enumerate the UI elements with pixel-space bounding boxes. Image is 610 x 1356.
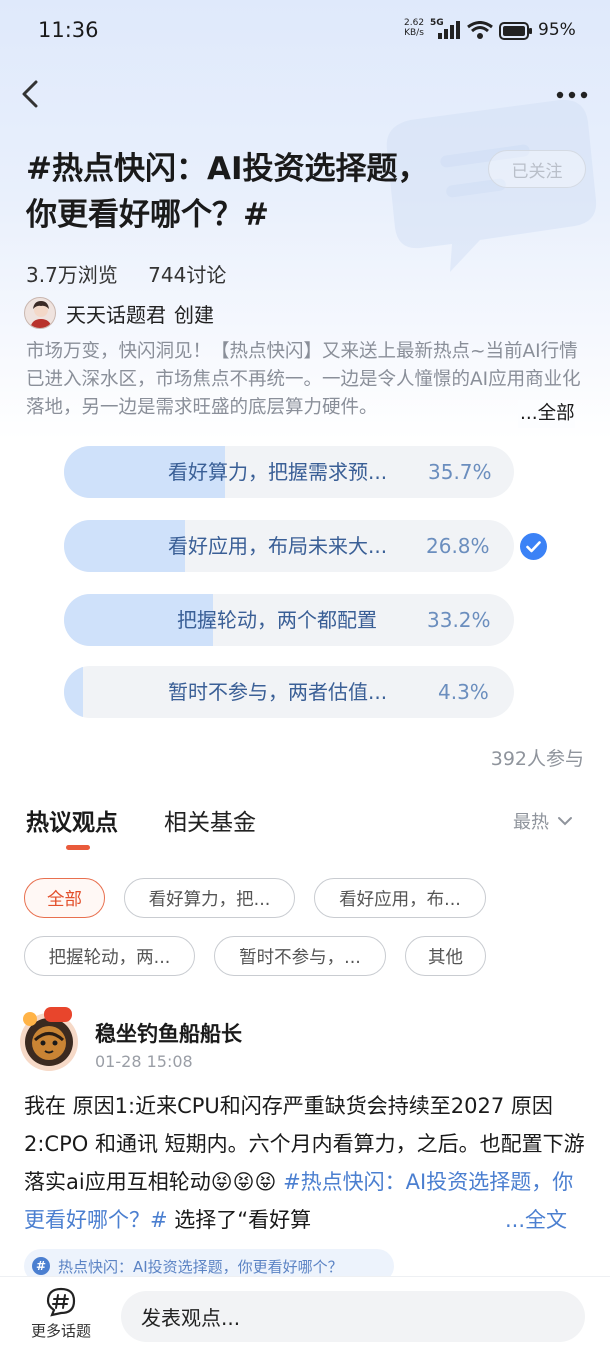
vote-option-label: 把握轮动，两个都配置 bbox=[177, 608, 377, 632]
vote-option-percent: 35.7% bbox=[428, 460, 492, 484]
back-button[interactable] bbox=[14, 78, 46, 110]
bottom-bar: 更多话题 发表观点... bbox=[0, 1276, 610, 1356]
post-topic-tag-label: 热点快闪：AI投资选择题，你更看好哪个？ bbox=[58, 1257, 343, 1276]
selected-check-icon bbox=[520, 533, 547, 560]
discussion-count: 744讨论 bbox=[148, 263, 227, 287]
vote-option-label: 看好应用，布局未来大... bbox=[168, 534, 388, 558]
vote-bar-fill bbox=[64, 666, 84, 718]
creator-name: 天天话题君 bbox=[66, 302, 166, 327]
hashtag-bubble-icon bbox=[46, 1287, 76, 1317]
filter-chip-applications[interactable]: 看好应用，布... bbox=[314, 878, 486, 918]
vote-option-label: 看好算力，把握需求预... bbox=[168, 460, 388, 484]
more-options-button[interactable] bbox=[550, 80, 594, 110]
more-dots-icon bbox=[556, 91, 588, 99]
tiger-avatar-icon bbox=[20, 1007, 78, 1071]
vote-option-percent: 4.3% bbox=[438, 680, 489, 704]
post-timestamp: 01-28 15:08 bbox=[95, 1052, 193, 1071]
person-icon bbox=[30, 301, 52, 328]
wifi-icon bbox=[467, 21, 493, 39]
topic-stats: 3.7万浏览 744讨论 bbox=[26, 259, 250, 288]
vote-option-percent: 33.2% bbox=[427, 608, 491, 632]
filter-chip-all[interactable]: 全部 bbox=[24, 878, 105, 918]
topic-description: 市场万变，快闪洞见！【热点快闪】又来送上最新热点~当前AI行情已进入深水区，市场… bbox=[26, 341, 581, 418]
active-tab-indicator bbox=[66, 845, 90, 850]
filter-chip-computing[interactable]: 看好算力，把... bbox=[124, 878, 295, 918]
expand-description-link[interactable]: ...全部 bbox=[518, 400, 575, 428]
battery-percent: 95% bbox=[538, 20, 576, 40]
post-expand-link[interactable]: ...全文 bbox=[505, 1201, 568, 1239]
topic-title: #热点快闪：AI投资选择题，你更看好哪个？# bbox=[26, 151, 429, 233]
chevron-left-icon bbox=[22, 80, 38, 108]
filter-chip-rotation[interactable]: 把握轮动，两... bbox=[24, 936, 195, 976]
sort-label: 最热 bbox=[513, 812, 549, 833]
vote-option-1[interactable]: 看好算力，把握需求预... 35.7% bbox=[64, 446, 514, 498]
filter-chip-not-participating[interactable]: 暂时不参与，... bbox=[214, 936, 386, 976]
creator-suffix: 创建 bbox=[174, 302, 214, 327]
vote-option-percent: 26.8% bbox=[426, 534, 490, 558]
comment-input[interactable]: 发表观点... bbox=[121, 1291, 585, 1342]
network-speed: 2.62 KB/s bbox=[404, 18, 425, 38]
filter-chip-other[interactable]: 其他 bbox=[405, 936, 486, 976]
status-time: 11:36 bbox=[38, 18, 99, 42]
participant-count: 392人参与 bbox=[490, 748, 584, 770]
follow-button[interactable]: 已关注 bbox=[488, 150, 586, 188]
creator-avatar bbox=[24, 297, 56, 329]
tab-hot-opinions[interactable]: 热议观点 bbox=[26, 803, 118, 837]
vote-option-2[interactable]: 看好应用，布局未来大... 26.8% bbox=[64, 520, 514, 572]
tab-related-funds[interactable]: 相关基金 bbox=[164, 803, 256, 837]
vote-option-4[interactable]: 暂时不参与，两者估值... 4.3% bbox=[64, 666, 514, 718]
more-topics-button[interactable]: 更多话题 bbox=[20, 1287, 102, 1347]
creator-info[interactable]: 天天话题君 创建 bbox=[24, 296, 214, 330]
battery-icon bbox=[499, 22, 532, 40]
sort-dropdown[interactable]: 最热 bbox=[513, 808, 573, 834]
vote-option-3[interactable]: 把握轮动，两个都配置 33.2% bbox=[64, 594, 514, 646]
vote-option-label: 暂时不参与，两者估值... bbox=[168, 680, 388, 704]
post-body-tail: 选择了“看好算 bbox=[167, 1208, 312, 1232]
post-author-avatar[interactable] bbox=[18, 1005, 80, 1075]
hashtag-icon: # bbox=[32, 1257, 50, 1275]
post-author-name[interactable]: 稳坐钓鱼船船长 bbox=[95, 1018, 242, 1048]
more-topics-label: 更多话题 bbox=[30, 1322, 91, 1340]
status-bar: 11:36 2.62 KB/s 5G 95% bbox=[0, 0, 610, 62]
signal-icon bbox=[438, 21, 460, 39]
views-count: 3.7万浏览 bbox=[26, 263, 118, 287]
vote-bar-fill bbox=[64, 520, 185, 572]
chevron-down-icon bbox=[558, 817, 572, 826]
